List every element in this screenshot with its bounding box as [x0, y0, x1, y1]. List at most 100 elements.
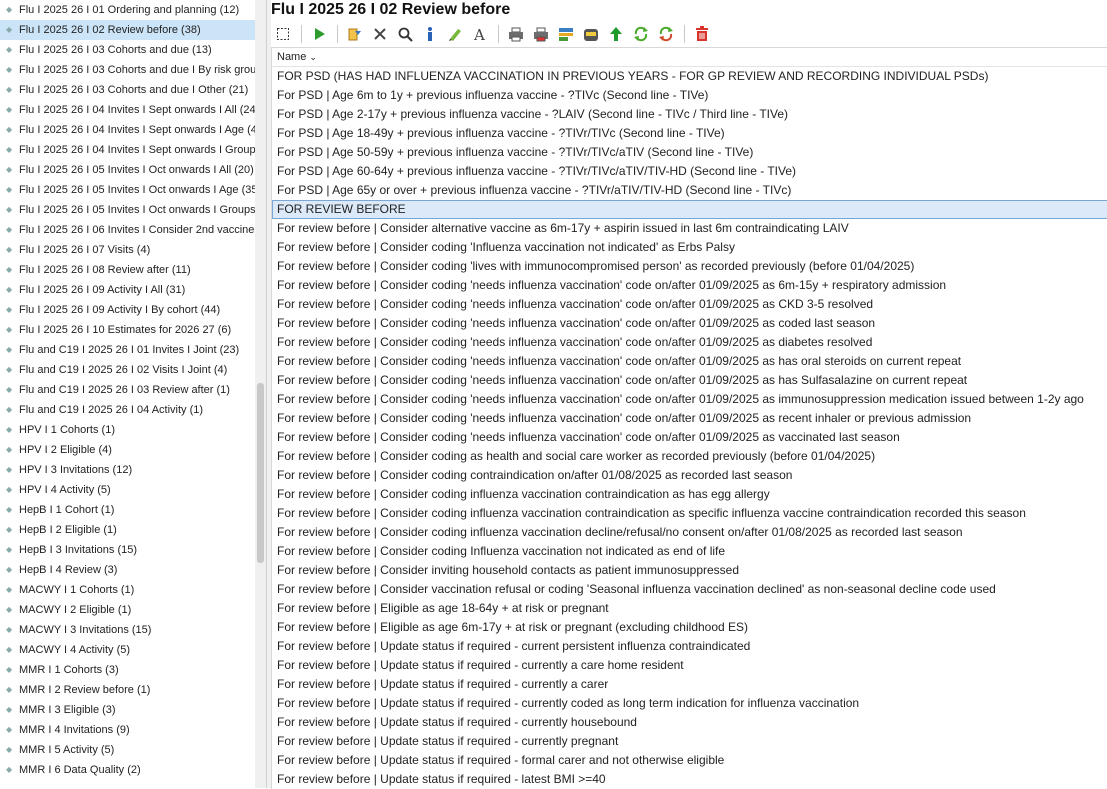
- move-up-icon[interactable]: [604, 23, 628, 45]
- table-row[interactable]: For review before | Consider vaccination…: [272, 580, 1107, 599]
- folder-item[interactable]: ◆ MMR I 6 Data Quality (2): [0, 760, 266, 780]
- folder-item[interactable]: ◆ Flu I 2025 26 I 10 Estimates for 2026 2…: [0, 320, 266, 340]
- folder-item-label: Flu I 2025 26 I 06 Invites I Consider 2n…: [19, 224, 262, 236]
- table-row[interactable]: For review before | Eligible as age 18-6…: [272, 599, 1107, 618]
- table-row[interactable]: For review before | Consider coding 'nee…: [272, 390, 1107, 409]
- table-row[interactable]: FOR REVIEW BEFORE: [272, 200, 1107, 219]
- table-row[interactable]: For review before | Consider coding 'nee…: [272, 428, 1107, 447]
- export-icon[interactable]: [554, 23, 578, 45]
- table-row[interactable]: For review before | Update status if req…: [272, 637, 1107, 656]
- table-row[interactable]: For PSD | Age 60-64y + previous influenz…: [272, 162, 1107, 181]
- trash-icon[interactable]: [690, 23, 714, 45]
- table-row[interactable]: For review before | Consider coding Infl…: [272, 542, 1107, 561]
- folder-item[interactable]: ◆ MMR I 4 Invitations (9): [0, 720, 266, 740]
- table-row[interactable]: For review before | Consider coding 'nee…: [272, 276, 1107, 295]
- refresh-icon[interactable]: [629, 23, 653, 45]
- info-icon[interactable]: [418, 23, 442, 45]
- folder-item[interactable]: ◆ MACWY I 1 Cohorts (1): [0, 580, 266, 600]
- folder-item[interactable]: ◆ Flu I 2025 26 I 03 Cohorts and due (13): [0, 40, 266, 60]
- refresh-all-icon[interactable]: [654, 23, 678, 45]
- folder-item[interactable]: ◆ MACWY I 2 Eligible (1): [0, 600, 266, 620]
- table-row[interactable]: For review before | Consider coding 'nee…: [272, 314, 1107, 333]
- table-row[interactable]: For review before | Update status if req…: [272, 751, 1107, 770]
- folder-item[interactable]: ◆ MACWY I 4 Activity (5): [0, 640, 266, 660]
- folder-item[interactable]: ◆ Flu and C19 I 2025 26 I 02 Visits I Joi…: [0, 360, 266, 380]
- folder-item[interactable]: ◆ HPV I 4 Activity (5): [0, 480, 266, 500]
- table-row[interactable]: For review before | Update status if req…: [272, 713, 1107, 732]
- table-row[interactable]: For review before | Consider alternative…: [272, 219, 1107, 238]
- table-row[interactable]: For review before | Update status if req…: [272, 656, 1107, 675]
- sidebar-scrollbar[interactable]: [255, 0, 266, 788]
- folder-item[interactable]: ◆ Flu I 2025 26 I 02 Review before (38): [0, 20, 266, 40]
- table-row[interactable]: For review before | Consider coding cont…: [272, 466, 1107, 485]
- folder-item[interactable]: ◆ MMR I 5 Activity (5): [0, 740, 266, 760]
- folder-item[interactable]: ◆ Flu I 2025 26 I 04 Invites I Sept onwar…: [0, 120, 266, 140]
- folder-item[interactable]: ◆ MMR I 3 Eligible (3): [0, 700, 266, 720]
- table-row[interactable]: For review before | Consider coding 'Inf…: [272, 238, 1107, 257]
- table-row[interactable]: For PSD | Age 50-59y + previous influenz…: [272, 143, 1107, 162]
- report-folder-icon: ◆: [6, 625, 13, 635]
- folder-item[interactable]: ◆ HepB I 2 Eligible (1): [0, 520, 266, 540]
- delete-x-icon[interactable]: [368, 23, 392, 45]
- folder-item[interactable]: ◆ HepB I 1 Cohort (1): [0, 500, 266, 520]
- folder-item-label: Flu I 2025 26 I 01 Ordering and planning…: [19, 4, 240, 16]
- folder-item[interactable]: ◆ Flu I 2025 26 I 09 Activity I By cohort…: [0, 300, 266, 320]
- edit-icon[interactable]: [443, 23, 467, 45]
- folder-item[interactable]: ◆ Flu I 2025 26 I 05 Invites I Oct onward…: [0, 200, 266, 220]
- folder-item[interactable]: ◆ Flu I 2025 26 I 03 Cohorts and due I By…: [0, 60, 266, 80]
- table-row[interactable]: For PSD | Age 65y or over + previous inf…: [272, 181, 1107, 200]
- table-row[interactable]: For review before | Consider coding as h…: [272, 447, 1107, 466]
- folder-item[interactable]: ◆ Flu I 2025 26 I 01 Ordering and plannin…: [0, 0, 266, 20]
- run-icon[interactable]: [307, 23, 331, 45]
- schedule-icon[interactable]: [579, 23, 603, 45]
- table-row[interactable]: For review before | Consider coding infl…: [272, 504, 1107, 523]
- folder-item[interactable]: ◆ Flu I 2025 26 I 07 Visits (4): [0, 240, 266, 260]
- folder-item[interactable]: ◆ HPV I 2 Eligible (4): [0, 440, 266, 460]
- folder-item[interactable]: ◆ HPV I 3 Invitations (12): [0, 460, 266, 480]
- table-row[interactable]: For review before | Update status if req…: [272, 675, 1107, 694]
- folder-item[interactable]: ◆ MMR I 1 Cohorts (3): [0, 660, 266, 680]
- table-row[interactable]: For review before | Consider coding infl…: [272, 485, 1107, 504]
- folder-item[interactable]: ◆ Flu and C19 I 2025 26 I 03 Review after…: [0, 380, 266, 400]
- folder-item[interactable]: ◆ Flu and C19 I 2025 26 I 01 Invites I Jo…: [0, 340, 266, 360]
- folder-item[interactable]: ◆ Flu I 2025 26 I 04 Invites I Sept onwar…: [0, 140, 266, 160]
- folder-item[interactable]: ◆ Flu and C19 I 2025 26 I 04 Activity (1): [0, 400, 266, 420]
- table-row[interactable]: For review before | Update status if req…: [272, 732, 1107, 751]
- table-row[interactable]: For review before | Consider coding infl…: [272, 523, 1107, 542]
- table-row[interactable]: For review before | Consider coding 'nee…: [272, 333, 1107, 352]
- print-icon[interactable]: [504, 23, 528, 45]
- column-header-name[interactable]: Name ⌄: [272, 48, 1107, 67]
- table-row[interactable]: For review before | Consider coding 'nee…: [272, 295, 1107, 314]
- import-icon[interactable]: [343, 23, 367, 45]
- folder-item[interactable]: ◆ HepB I 4 Review (3): [0, 560, 266, 580]
- folder-item[interactable]: ◆ Flu I 2025 26 I 05 Invites I Oct onward…: [0, 160, 266, 180]
- folder-item[interactable]: ◆ HPV I 1 Cohorts (1): [0, 420, 266, 440]
- chevron-down-icon[interactable]: ⌄: [309, 52, 317, 62]
- table-row[interactable]: For review before | Update status if req…: [272, 770, 1107, 789]
- table-row[interactable]: For review before | Consider coding 'nee…: [272, 409, 1107, 428]
- folder-item[interactable]: ◆ MMR I 2 Review before (1): [0, 680, 266, 700]
- table-row[interactable]: For review before | Update status if req…: [272, 694, 1107, 713]
- table-row[interactable]: For review before | Consider coding 'nee…: [272, 371, 1107, 390]
- text-icon[interactable]: A: [468, 23, 492, 45]
- table-row[interactable]: For PSD | Age 2-17y + previous influenza…: [272, 105, 1107, 124]
- folder-item[interactable]: ◆ Flu I 2025 26 I 06 Invites I Consider 2…: [0, 220, 266, 240]
- table-row[interactable]: For review before | Consider inviting ho…: [272, 561, 1107, 580]
- table-row[interactable]: For review before | Consider coding 'liv…: [272, 257, 1107, 276]
- folder-item[interactable]: ◆ MACWY I 3 Invitations (15): [0, 620, 266, 640]
- folder-item[interactable]: ◆ Flu I 2025 26 I 03 Cohorts and due I Ot…: [0, 80, 266, 100]
- search-icon[interactable]: [393, 23, 417, 45]
- folder-item[interactable]: ◆ HepB I 3 Invitations (15): [0, 540, 266, 560]
- table-row[interactable]: For review before | Eligible as age 6m-1…: [272, 618, 1107, 637]
- folder-item[interactable]: ◆ Flu I 2025 26 I 08 Review after (11): [0, 260, 266, 280]
- folder-item[interactable]: ◆ Flu I 2025 26 I 09 Activity I All (31): [0, 280, 266, 300]
- print-preview-icon[interactable]: [529, 23, 553, 45]
- table-row[interactable]: FOR PSD (HAS HAD INFLUENZA VACCINATION I…: [272, 67, 1107, 86]
- table-row[interactable]: For PSD | Age 18-49y + previous influenz…: [272, 124, 1107, 143]
- scrollbar-thumb[interactable]: [257, 383, 264, 563]
- select-icon[interactable]: [271, 23, 295, 45]
- table-row[interactable]: For PSD | Age 6m to 1y + previous influe…: [272, 86, 1107, 105]
- folder-item[interactable]: ◆ Flu I 2025 26 I 05 Invites I Oct onward…: [0, 180, 266, 200]
- folder-item[interactable]: ◆ Flu I 2025 26 I 04 Invites I Sept onwar…: [0, 100, 266, 120]
- table-row[interactable]: For review before | Consider coding 'nee…: [272, 352, 1107, 371]
